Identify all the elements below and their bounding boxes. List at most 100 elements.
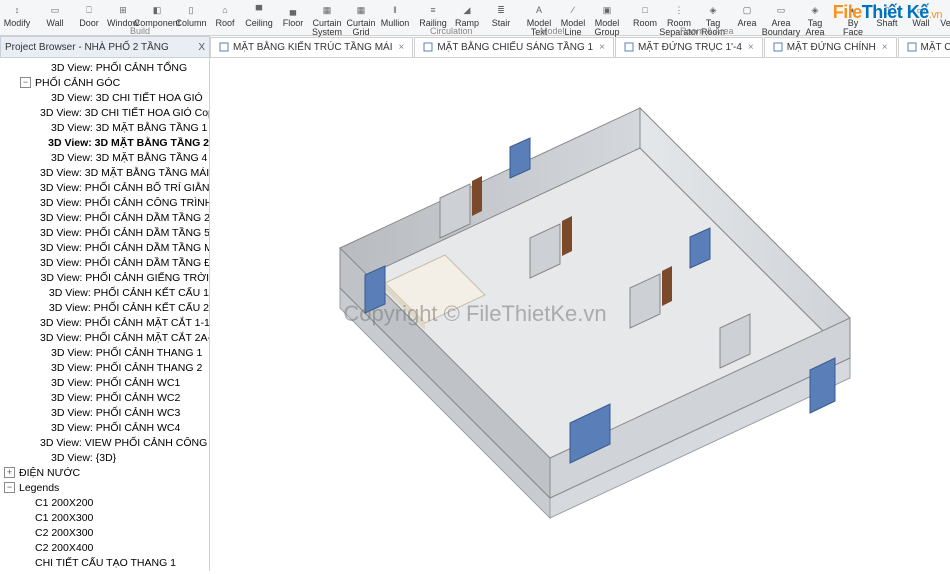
tree-item-label: 3D View: PHỐI CẢNH DẦM TẦNG 5 xyxy=(40,227,210,239)
tree-item[interactable]: 3D View: PHỐI CẢNH CÔNG TRÌNH. xyxy=(2,195,209,210)
view-tab[interactable]: MẶT ĐỨNG CHÍNH× xyxy=(764,37,897,57)
area-icon: ▢ xyxy=(739,2,755,18)
ribbon-ramp[interactable]: ◢Ramp xyxy=(450,2,484,28)
ribbon-modify[interactable]: ↕Modify xyxy=(0,2,34,28)
panel-title: Project Browser - NHÀ PHỐ 2 TẦNG xyxy=(5,42,169,53)
ribbon-railing[interactable]: ≡Railing xyxy=(416,2,450,28)
tree-item-label: CHI TIẾT CẤU TẠO THANG 1 xyxy=(35,557,176,569)
tree-item[interactable]: 3D View: 3D MẶT BẰNG TẦNG 4 xyxy=(2,150,209,165)
tab-close-icon[interactable]: × xyxy=(748,42,754,53)
tree-item[interactable]: 3D View: 3D MẶT BẰNG TẦNG MÁI xyxy=(2,165,209,180)
tree-item-label: C2 200X300 xyxy=(35,527,93,539)
tree-item-label: 3D View: PHỐI CẢNH DẦM TẦNG ĐỈNH M xyxy=(40,257,210,269)
ribbon-column[interactable]: ▯Column xyxy=(174,2,208,28)
tree-item-label: 3D View: PHỐI CẢNH BỐ TRÍ GIẰNG MÓNG xyxy=(40,182,210,194)
tree-item[interactable]: 3D View: {3D} xyxy=(2,450,209,465)
tree-item-label: Legends xyxy=(19,482,59,494)
tab-close-icon[interactable]: × xyxy=(599,42,605,53)
tree-expand-icon[interactable]: − xyxy=(20,77,31,88)
ribbon-mullion[interactable]: ‖Mullion xyxy=(378,2,412,28)
3d-viewport[interactable] xyxy=(210,58,950,571)
window-icon: ⊞ xyxy=(115,2,131,18)
tree-item[interactable]: −Legends xyxy=(2,480,209,495)
tree-item[interactable]: 3D View: PHỐI CẢNH THANG 2 xyxy=(2,360,209,375)
ribbon-area[interactable]: ▢Area xyxy=(730,2,764,28)
stair-icon: ≣ xyxy=(493,2,509,18)
tree-item[interactable]: C2 200X400 xyxy=(2,540,209,555)
tree-item[interactable]: 3D View: PHỐI CẢNH DẦM TẦNG 2 xyxy=(2,210,209,225)
ribbon-room[interactable]: □Room xyxy=(628,2,662,28)
tree-item[interactable]: 3D View: PHỐI CẢNH WC4 xyxy=(2,420,209,435)
room-icon: □ xyxy=(637,2,653,18)
tree-item[interactable]: 3D View: PHỐI CẢNH WC1 xyxy=(2,375,209,390)
door-icon: ⎕ xyxy=(81,2,97,18)
project-browser-tree[interactable]: 3D View: PHỐI CẢNH TỔNG−PHỐI CẢNH GÓC 3D … xyxy=(0,58,210,571)
tree-item[interactable]: 3D View: PHỐI CẢNH MẶT CẮT 2A-2A xyxy=(2,330,209,345)
ribbon-stair[interactable]: ≣Stair xyxy=(484,2,518,28)
tag-area-icon: ◈ xyxy=(807,2,823,18)
tree-item[interactable]: 3D View: 3D MẶT BẰNG TẦNG 1 xyxy=(2,120,209,135)
ribbon-group-build: Build xyxy=(130,26,150,36)
tree-item-label: C2 200X400 xyxy=(35,542,93,554)
tree-item[interactable]: 3D View: PHỐI CẢNH MẶT CẮT 1-1 xyxy=(2,315,209,330)
tree-item[interactable]: 3D View: 3D MẶT BẰNG TẦNG 2 xyxy=(2,135,209,150)
tree-item[interactable]: 3D View: PHỐI CẢNH DẦM TẦNG MÁI. xyxy=(2,240,209,255)
ribbon-group-circulation: Circulation xyxy=(430,26,473,36)
model-text-icon: A xyxy=(531,2,547,18)
tree-item[interactable]: 3D View: PHỐI CẢNH DẦM TẦNG 5 xyxy=(2,225,209,240)
view-tab-label: MẶT CẮT 2A-2A xyxy=(921,42,950,53)
ribbon-ceiling[interactable]: ▀Ceiling xyxy=(242,2,276,28)
ribbon-component[interactable]: ◧Component xyxy=(140,2,174,28)
curtain-grid-icon: ▦ xyxy=(353,2,369,18)
tree-item[interactable]: 3D View: VIEW PHỐI CẢNH CÔNG TRÌNH xyxy=(2,435,209,450)
tree-item[interactable]: −PHỐI CẢNH GÓC xyxy=(2,75,209,90)
tree-item-label: C1 200X300 xyxy=(35,512,93,524)
tree-item-label: 3D View: 3D MẶT BẰNG TẦNG 4 xyxy=(51,152,207,164)
view-tab-label: MẶT BẰNG KIẾN TRÚC TẦNG MÁI xyxy=(233,42,392,53)
ribbon-floor[interactable]: ▄Floor xyxy=(276,2,310,28)
tree-item[interactable]: 3D View: PHỐI CẢNH TỔNG xyxy=(2,60,209,75)
area-boundary-icon: ▭ xyxy=(773,2,789,18)
tree-item-label: 3D View: 3D CHI TIẾT HOA GIÓ xyxy=(51,92,203,104)
tree-expand-icon[interactable]: + xyxy=(4,467,15,478)
view-tab[interactable]: MẶT ĐỨNG TRỤC 1'-4× xyxy=(615,37,763,57)
tree-item[interactable]: CHI TIẾT CẤU TẠO THANG 1 xyxy=(2,555,209,570)
tree-item[interactable]: 3D View: PHỐI CẢNH GIẾNG TRỜI xyxy=(2,270,209,285)
tree-item-label: 3D View: 3D MẶT BẰNG TẦNG MÁI xyxy=(40,167,209,179)
tree-item-label: 3D View: VIEW PHỐI CẢNH CÔNG TRÌNH xyxy=(40,437,210,449)
tree-item-label: 3D View: PHỐI CẢNH WC2 xyxy=(51,392,180,404)
tab-close-icon[interactable]: × xyxy=(882,42,888,53)
tree-item-label: 3D View: {3D} xyxy=(51,452,116,464)
tree-item[interactable]: 3D View: PHỐI CẢNH BỐ TRÍ GIẰNG MÓNG xyxy=(2,180,209,195)
tree-item[interactable]: 3D View: 3D CHI TIẾT HOA GIÓ xyxy=(2,90,209,105)
tree-item[interactable]: 3D View: PHỐI CẢNH THANG 1 xyxy=(2,345,209,360)
tree-item-label: 3D View: PHỐI CẢNH GIẾNG TRỜI xyxy=(41,272,209,284)
tree-item[interactable]: 3D View: PHỐI CẢNH DẦM TẦNG ĐỈNH M xyxy=(2,255,209,270)
tree-item[interactable]: C1 200X300 xyxy=(2,510,209,525)
view-tab[interactable]: MẶT CẮT 2A-2A× xyxy=(898,37,950,57)
view-tab-icon xyxy=(907,42,917,52)
ribbon-group-labels: BuildCirculationModelRoom & Area xyxy=(0,26,950,36)
tree-item[interactable]: C1 200X200 xyxy=(2,495,209,510)
tree-item-label: 3D View: PHỐI CẢNH TỔNG xyxy=(51,62,187,74)
tree-item[interactable]: 3D View: 3D CHI TIẾT HOA GIÓ Copy 1 xyxy=(2,105,209,120)
tree-item[interactable]: 3D View: PHỐI CẢNH WC3 xyxy=(2,405,209,420)
panel-close-button[interactable]: X xyxy=(198,42,205,53)
tree-item[interactable]: 3D View: PHỐI CẢNH WC2 xyxy=(2,390,209,405)
tree-item[interactable]: C2 200X300 xyxy=(2,525,209,540)
tab-close-icon[interactable]: × xyxy=(398,42,404,53)
tree-item-label: 3D View: PHỐI CẢNH WC3 xyxy=(51,407,180,419)
tree-item[interactable]: 3D View: PHỐI CẢNH KẾT CẤU 1 xyxy=(2,285,209,300)
ribbon-wall[interactable]: ▭Wall xyxy=(38,2,72,28)
ribbon-roof[interactable]: ⌂Roof xyxy=(208,2,242,28)
tree-item[interactable]: +ĐIỆN NƯỚC xyxy=(2,465,209,480)
view-tab[interactable]: MẶT BẰNG KIẾN TRÚC TẦNG MÁI × xyxy=(210,37,413,57)
ribbon-group-room-area: Room & Area xyxy=(680,26,734,36)
view-tab-icon xyxy=(773,42,783,52)
ribbon-door[interactable]: ⎕Door xyxy=(72,2,106,28)
view-tab[interactable]: MẶT BẰNG CHIẾU SÁNG TẦNG 1× xyxy=(414,37,614,57)
tree-item-label: 3D View: PHỐI CẢNH DẦM TẦNG MÁI. xyxy=(40,242,210,254)
tree-item[interactable]: 3D View: PHỐI CẢNH KẾT CẤU 2 xyxy=(2,300,209,315)
railing-icon: ≡ xyxy=(425,2,441,18)
tree-expand-icon[interactable]: − xyxy=(4,482,15,493)
